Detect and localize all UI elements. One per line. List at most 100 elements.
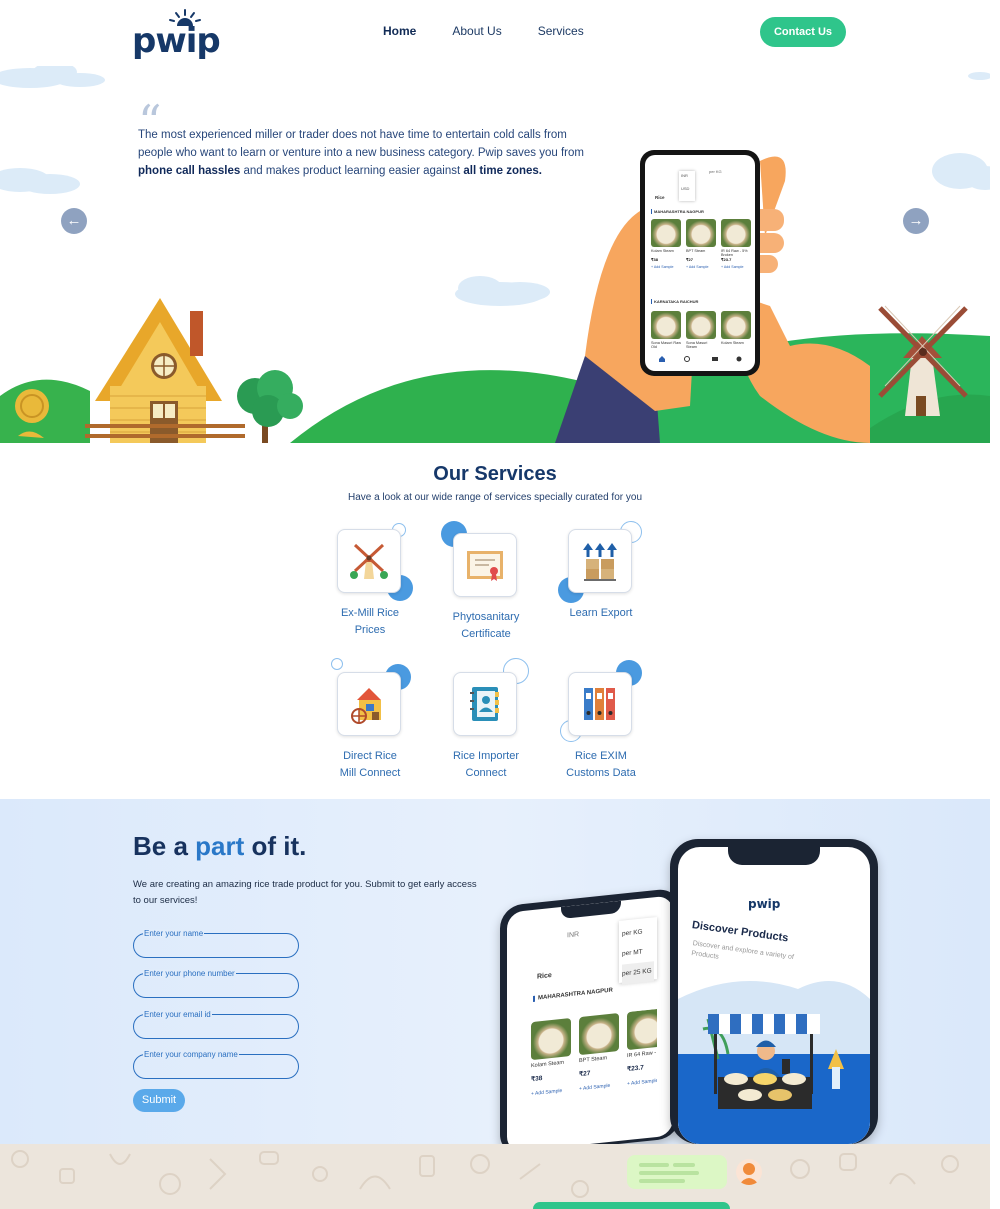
chat-placeholder-line: [639, 1179, 685, 1183]
join-section: Be a part of it. We are creating an amaz…: [0, 799, 990, 1157]
product-name: Sona Masuri Raw Old: [651, 341, 681, 349]
certificate-icon: [467, 551, 503, 581]
front-phone-screen: pwip Discover Products Discover and expl…: [678, 847, 870, 1144]
email-field: Enter your email id: [133, 1010, 299, 1039]
hero-phone-mockup: per KG INR USD Rice MAHARASHTRA NAGPUR K…: [640, 150, 760, 376]
folders-icon: [584, 688, 615, 720]
avatar: [736, 1159, 762, 1185]
back-product-card: Kolam Steam ₹38 + Add Sample: [531, 1017, 571, 1097]
whatsapp-cta-bar[interactable]: [533, 1202, 730, 1209]
rice-image: [721, 219, 751, 247]
service-tile: [453, 672, 517, 736]
front-phone-mockup: pwip Discover Products Discover and expl…: [670, 839, 878, 1144]
header: pwip Home About Us Services Contact Us: [0, 0, 1000, 66]
region1-city: NAGPUR: [686, 209, 704, 214]
email-field-label: Enter your email id: [143, 1010, 212, 1019]
main-nav: Home About Us Services: [383, 24, 584, 38]
quote-text-1: The most experienced miller or trader do…: [138, 129, 584, 159]
product-price: ₹38: [651, 257, 658, 262]
chat-placeholder-line: [639, 1163, 669, 1167]
submit-button[interactable]: Submit: [133, 1089, 185, 1112]
service-rice-importer-connect[interactable]: Rice Importer Connect: [431, 658, 541, 782]
service-tile: [337, 672, 401, 736]
product-name: Sona Masuri Steam: [686, 341, 708, 349]
nav-services[interactable]: Services: [538, 24, 584, 38]
add-sample-link: + Add Sample: [686, 265, 709, 269]
service-icon-wrap: [453, 658, 529, 738]
nav-about-us[interactable]: About Us: [452, 24, 501, 38]
rice-image: [686, 219, 716, 247]
phone-category: Rice: [655, 195, 665, 200]
phone-category-label: Rice: [655, 195, 665, 200]
service-icon-wrap: [558, 521, 642, 603]
product-price: ₹23.7: [721, 257, 732, 262]
service-label: Ex-Mill Rice Prices: [315, 605, 425, 639]
service-label-line1: Direct Rice: [343, 750, 397, 762]
name-field-label: Enter your name: [143, 929, 205, 938]
services-subtitle: Have a look at our wide range of service…: [347, 492, 643, 503]
back-phone-unit-dropdown: per KG per MT per 25 KG: [619, 916, 657, 985]
service-label-line1: Phytosanitary: [452, 611, 520, 623]
product-name: Kolam Steam: [531, 1059, 565, 1070]
join-title-accent: part: [195, 831, 245, 861]
service-phytosanitary-certificate[interactable]: Phytosanitary Certificate: [431, 521, 541, 643]
carousel-prev-arrow-icon[interactable]: ←: [61, 208, 87, 234]
product-price: ₹27: [579, 1069, 591, 1079]
services-section: Our Services Have a look at our wide ran…: [0, 443, 990, 799]
service-label: Rice Importer Connect: [431, 748, 541, 782]
service-ex-mill-rice-prices[interactable]: Ex-Mill Rice Prices: [315, 523, 425, 639]
hero-phone-screen: per KG INR USD Rice MAHARASHTRA NAGPUR K…: [645, 155, 755, 371]
join-description: We are creating an amazing rice trade pr…: [133, 879, 477, 906]
service-rice-exim-customs-data[interactable]: Rice EXIM Customs Data: [546, 660, 656, 782]
service-label-line1: Learn Export: [569, 607, 633, 619]
product-name: BPT Steam: [686, 249, 706, 253]
service-icon-wrap: [331, 658, 411, 738]
logo[interactable]: pwip: [132, 8, 221, 58]
phone-product-card: IR 64 Raw - 5% Broken ₹23.7 + Add Sample: [721, 219, 751, 269]
rice-image: [686, 311, 716, 339]
region2-city: RAICHUR: [679, 299, 699, 304]
carousel-next-arrow-icon[interactable]: →: [903, 208, 929, 234]
name-input[interactable]: [144, 939, 290, 953]
rice-image: [579, 1012, 619, 1056]
join-title-post: of it.: [244, 831, 307, 861]
region1-state: MAHARASHTRA: [654, 209, 686, 214]
phone-input[interactable]: [144, 979, 290, 993]
phone-toolbar: per KG: [649, 169, 751, 179]
quote-bold-2: all time zones.: [463, 165, 542, 177]
phone-region-1: MAHARASHTRA NAGPUR: [651, 209, 704, 214]
windmill-icon: [350, 543, 388, 579]
contact-us-button[interactable]: Contact Us: [760, 17, 846, 47]
service-direct-rice-mill-connect[interactable]: Direct Rice Mill Connect: [315, 658, 425, 782]
rice-image: [651, 219, 681, 247]
service-learn-export[interactable]: Learn Export: [546, 521, 656, 622]
add-sample-link: + Add Sample: [721, 265, 744, 269]
export-boxes-icon: [583, 543, 617, 581]
address-book-icon: [470, 687, 499, 721]
phone-unit-select: per KG: [709, 169, 722, 174]
chat-placeholder-line: [673, 1163, 695, 1167]
phone-field: Enter your phone number: [133, 969, 299, 998]
decor-ring: [331, 658, 343, 670]
service-label-line2: Customs Data: [566, 767, 636, 779]
product-name: IR 64 Raw - 5% Broken: [627, 1047, 657, 1060]
nav-home[interactable]: Home: [383, 24, 416, 38]
back-phone-mockup: INR per KG per MT per 25 KG Rice MAHARAS…: [500, 887, 680, 1157]
rice-image: [627, 1008, 657, 1051]
add-sample-link: + Add Sample: [651, 265, 674, 269]
phone-product-card: Sona Masuri Raw Old: [651, 311, 681, 349]
back-phone-products: Kolam Steam ₹38 + Add Sample BPT Steam ₹27 +…: [531, 1008, 657, 1097]
hero-carousel: “ The most experienced miller or trader …: [0, 66, 990, 443]
phone-product-card: BPT Steam ₹27 + Add Sample: [686, 219, 716, 269]
back-phone-region: MAHARASHTRA NAGPUR: [533, 987, 613, 1002]
back-phone-currency: INR: [567, 931, 580, 940]
currency-option-usd: USD: [681, 186, 690, 191]
company-field-label: Enter your company name: [143, 1050, 239, 1059]
email-input[interactable]: [144, 1020, 290, 1034]
service-label-line2: Certificate: [461, 628, 511, 640]
service-tile: [568, 672, 632, 736]
doodle-pattern-background: [11, 1150, 959, 1198]
company-input[interactable]: [144, 1060, 290, 1074]
add-sample-link: + Add Sample: [627, 1077, 657, 1088]
back-phone-category: Rice: [537, 972, 552, 981]
